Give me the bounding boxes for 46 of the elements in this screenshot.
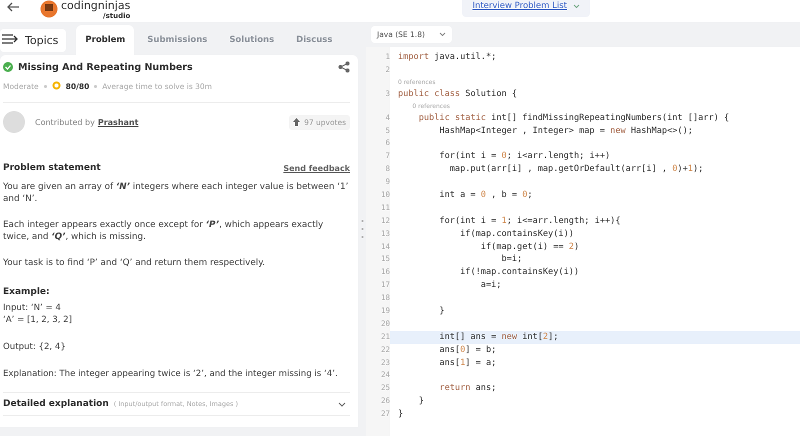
code-line[interactable]: import java.util.*;	[390, 51, 800, 64]
example-heading: Example:	[3, 287, 51, 297]
code-line[interactable]: if(map.get(i) == 2)	[390, 240, 800, 254]
feedback-link[interactable]: Send feedback	[283, 164, 350, 172]
paragraph: You are given an array of ‘N’ integers where each integer value is between ‘1’ and ‘N’.	[3, 181, 350, 205]
example-text: Output: {2, 4}	[3, 341, 67, 353]
share-icon[interactable]	[338, 61, 350, 73]
code-line[interactable]: return ans;	[390, 382, 800, 396]
example-text: Explanation: The integer appearing twice is ‘2’, and the integer missing is ‘4’.	[3, 368, 339, 380]
detailed-title: Detailed explanation	[3, 399, 109, 409]
paragraph: Each integer appears exactly once except for ‘P’, which appears exactly twice, and ‘Q’, which is missing.	[3, 219, 324, 243]
code-line[interactable]: int a = 0 , b = 0;	[390, 189, 800, 202]
code-line[interactable]: }	[390, 305, 800, 318]
back-arrow-icon[interactable]	[6, 2, 20, 12]
code-line[interactable]: public static int[] findMissingRepeatingNumbers(int []arr) {	[390, 112, 800, 125]
author-link[interactable]: Prashant	[98, 118, 138, 126]
code-line[interactable]: if(map.containsKey(i))	[390, 228, 800, 241]
avatar-icon	[3, 111, 25, 133]
example-text: ‘A’ = [1, 2, 3, 2]	[3, 314, 73, 326]
code-line[interactable]: }	[390, 395, 800, 408]
logo-icon	[40, 0, 58, 18]
section-heading: Problem statement	[3, 163, 101, 173]
code-line[interactable]: HashMap<Integer , Integer> map = new HashMap<>();	[390, 124, 800, 138]
chevron-down-icon	[438, 32, 446, 37]
paragraph: Your task is to find ‘P’ and ‘Q’ and return them respectively.	[3, 257, 266, 269]
tab[interactable]: Problem	[76, 25, 134, 55]
resize-handle-icon[interactable]	[360, 219, 364, 239]
code-line[interactable]: b=i;	[390, 253, 800, 266]
coin-icon	[52, 81, 61, 92]
code-line[interactable]: a=i;	[390, 279, 800, 292]
problem-title: Missing And Repeating Numbers	[18, 62, 193, 72]
code-line[interactable]: for(int i = 0; i<arr.length; i++)	[390, 150, 800, 164]
example-text: Input: ‘N’ = 4	[3, 302, 62, 314]
logo-text: codingninjas	[61, 0, 130, 12]
code-line[interactable]: map.put(arr[i] , map.getOrDefault(arr[i] , 0)+1);	[390, 163, 800, 176]
topics-button[interactable]: Topics	[0, 29, 66, 52]
contributor-label: Contributed by	[35, 118, 95, 126]
upvote-arrow-icon	[293, 118, 300, 126]
chevron-down-icon	[573, 4, 580, 8]
code-line[interactable]: ans[1] = a;	[390, 356, 800, 370]
code-line[interactable]: for(int i = 1; i<=arr.length; i++){	[390, 214, 800, 228]
code-line[interactable]: ans[0] = b;	[390, 344, 800, 357]
code-line[interactable]: }	[390, 408, 800, 422]
code-line[interactable]: public class Solution {	[390, 88, 800, 101]
code-line[interactable]: if(!map.containsKey(i))	[390, 266, 800, 280]
problem-list-link[interactable]: Interview Problem List	[462, 0, 590, 17]
